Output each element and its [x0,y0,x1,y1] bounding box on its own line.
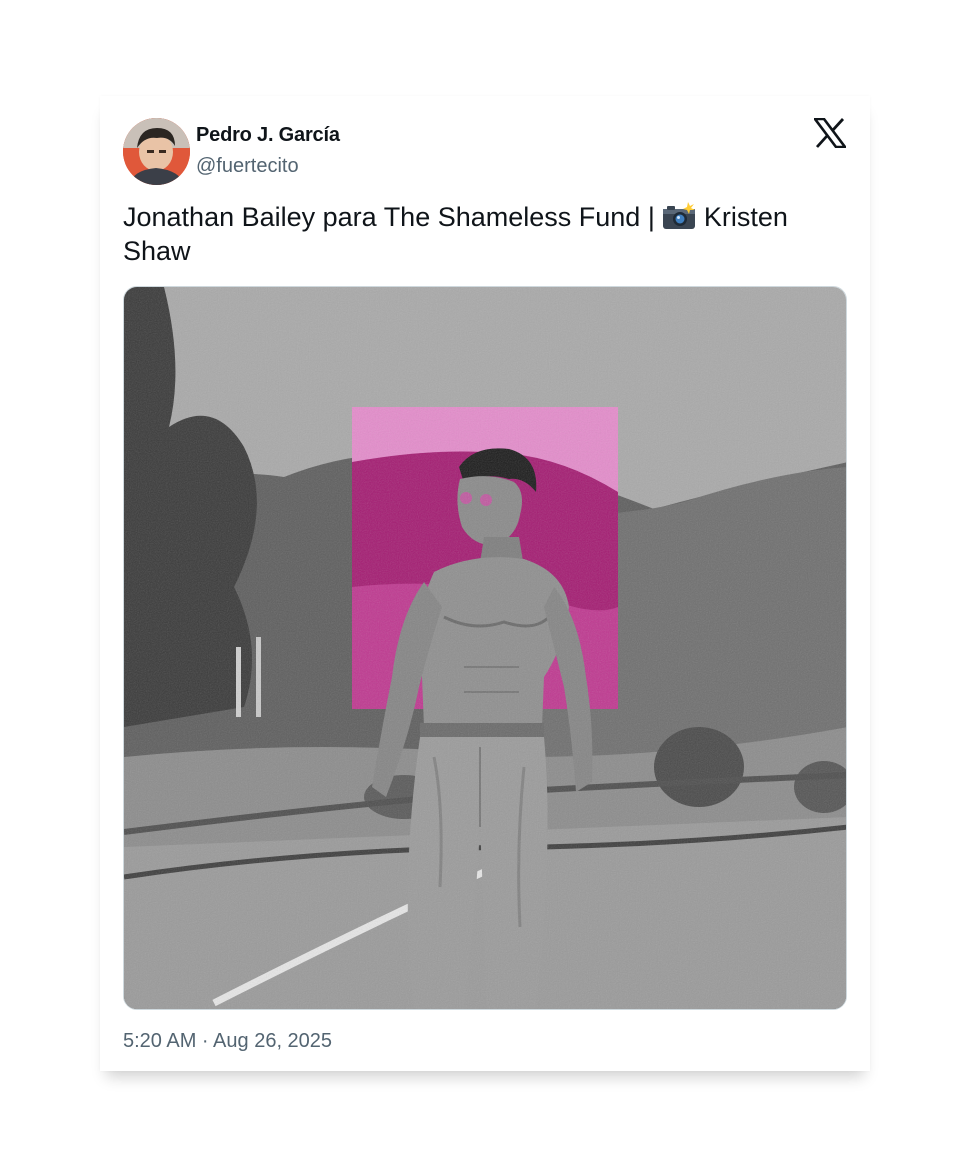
tweet-card[interactable]: Pedro J. García @fuertecito Jonathan Bai… [100,96,870,1071]
tweet-text-part: Jonathan Bailey para The Shameless Fund … [123,202,663,232]
author-display-name[interactable]: Pedro J. García [196,124,340,147]
tweet-text: Jonathan Bailey para The Shameless Fund … [123,200,843,268]
camera-with-flash-icon [662,202,696,230]
x-logo-icon[interactable] [812,117,848,149]
tweet-photo[interactable] [123,286,847,1010]
avatar[interactable] [123,118,190,185]
tweet-timestamp[interactable]: 5:20 AM · Aug 26, 2025 [123,1030,332,1053]
author-handle[interactable]: @fuertecito [196,155,299,178]
